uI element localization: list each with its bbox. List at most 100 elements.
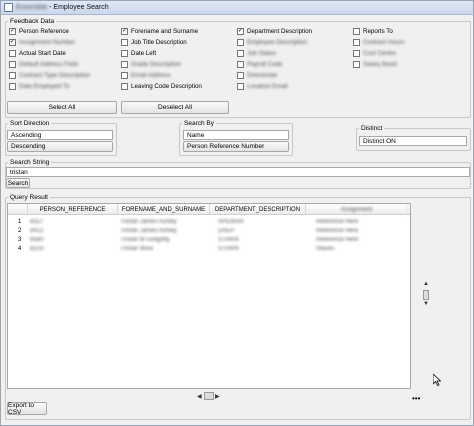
search-by-person-ref-option[interactable]: Person Reference Number	[183, 141, 289, 152]
feedback-checkbox[interactable]: Job Status	[237, 48, 276, 58]
feedback-checkbox[interactable]: Date Employed To	[9, 81, 69, 91]
checkbox-unchecked-icon[interactable]	[121, 60, 128, 68]
feedback-checkbox[interactable]: Job Title Description	[121, 37, 187, 47]
checkbox-unchecked-icon[interactable]	[353, 60, 360, 68]
table-row[interactable]: 1 8327 Tristan James Ashley SPEWAR Reference…	[8, 217, 410, 226]
table-row[interactable]: 4 8219 Tristan Wise STHRN Staves	[8, 244, 410, 253]
table-cell: 9580	[30, 236, 44, 243]
table-row[interactable]: 2 8412 Tristan James Ashley DAEP Reference H…	[8, 226, 410, 235]
sort-direction-legend: Sort Direction	[10, 120, 50, 127]
table-cell: 8327	[30, 218, 44, 225]
feedback-checkbox[interactable]: Contract Type Description	[9, 70, 90, 80]
table-cell: SPEWAR	[218, 218, 244, 225]
feedback-checkbox[interactable]: Employee Description	[237, 37, 307, 47]
scroll-right-icon[interactable]: ▶	[215, 393, 220, 400]
feedback-checkbox[interactable]: Date Left	[121, 48, 156, 58]
checkbox-checked-icon[interactable]: ✓	[121, 27, 128, 35]
feedback-checkbox[interactable]: Salary Band	[353, 59, 397, 69]
checkbox-unchecked-icon[interactable]	[353, 27, 360, 35]
search-button[interactable]: Search	[6, 178, 30, 188]
column-header-department[interactable]: DEPARTMENT_DESCRIPTION	[210, 204, 306, 215]
feedback-checkbox[interactable]: Reports To	[353, 26, 393, 36]
search-string-legend: Search String	[10, 159, 50, 166]
feedback-checkbox[interactable]: Directorate	[237, 70, 277, 80]
feedback-checkbox-label: Cost Centre	[363, 49, 397, 57]
row-index: 1	[18, 218, 22, 225]
feedback-checkbox[interactable]: Grade Description	[121, 59, 181, 69]
feedback-checkbox[interactable]: Location Email	[237, 81, 288, 91]
table-cell: Reference Here	[316, 218, 359, 225]
feedback-checkbox[interactable]: ✓ Person Reference	[9, 26, 69, 36]
horizontal-scrollbar[interactable]: ◀ ▶	[197, 392, 221, 401]
checkbox-unchecked-icon[interactable]	[121, 38, 128, 46]
table-cell: 8219	[30, 245, 44, 252]
table-cell: STHRN	[218, 245, 239, 252]
checkbox-checked-icon[interactable]: ✓	[9, 27, 16, 35]
feedback-checkbox[interactable]: ✓ Assignment Number	[9, 37, 75, 47]
checkbox-checked-icon[interactable]: ✓	[9, 38, 16, 46]
checkbox-unchecked-icon[interactable]	[237, 38, 244, 46]
distinct-legend: Distinct	[361, 125, 383, 132]
deselect-all-button[interactable]: Deselect All	[121, 101, 229, 114]
scroll-down-icon[interactable]: ▼	[423, 301, 429, 307]
column-header-forename-surname[interactable]: FORENAME_AND_SURNAME	[118, 204, 210, 215]
feedback-checkbox-label: Default Address Field	[19, 60, 78, 68]
table-row[interactable]: 3 9580 Tristan M Golightly STHRN Reference H…	[8, 235, 410, 244]
feedback-checkbox[interactable]: Actual Start Date	[9, 48, 66, 58]
scroll-thumb[interactable]	[423, 290, 429, 300]
search-by-name-option[interactable]: Name	[183, 130, 289, 140]
query-result-legend: Query Result	[10, 194, 48, 201]
feedback-checkbox[interactable]: Email Address	[121, 70, 171, 80]
column-header-assignment[interactable]: Assignment	[306, 204, 408, 215]
feedback-checkbox-label: Email Address	[131, 71, 171, 79]
query-result-table[interactable]: PERSON_REFERENCE FORENAME_AND_SURNAME DE…	[7, 203, 411, 389]
checkbox-checked-icon[interactable]: ✓	[237, 27, 244, 35]
feedback-checkbox-label: Contract Type Description	[19, 71, 91, 79]
feedback-data-legend: Feedback Data	[10, 18, 55, 25]
table-cell: Tristan Wise	[120, 245, 154, 252]
checkbox-unchecked-icon[interactable]	[237, 71, 244, 79]
checkbox-unchecked-icon[interactable]	[9, 49, 16, 57]
checkbox-unchecked-icon[interactable]	[237, 82, 244, 90]
checkbox-unchecked-icon[interactable]	[121, 49, 128, 57]
column-header-person-reference[interactable]: PERSON_REFERENCE	[28, 204, 118, 215]
sort-ascending-option[interactable]: Ascending	[7, 130, 113, 140]
export-csv-button[interactable]: Export to CSV	[7, 402, 47, 416]
checkbox-unchecked-icon[interactable]	[9, 82, 16, 90]
table-cell: Reference Here	[316, 227, 359, 234]
feedback-checkbox[interactable]: Leaving Code Description	[121, 81, 202, 91]
row-index: 3	[18, 236, 22, 243]
checkbox-unchecked-icon[interactable]	[237, 49, 244, 57]
search-string-input[interactable]: tristan	[6, 167, 470, 177]
feedback-checkbox[interactable]: ✓ Forename and Surname	[121, 26, 198, 36]
feedback-checkbox-label: Person Reference	[19, 27, 69, 35]
feedback-checkbox[interactable]: Default Address Field	[9, 59, 78, 69]
feedback-checkbox-label: Date Employed To	[19, 82, 70, 90]
feedback-checkbox[interactable]: Cost Centre	[353, 48, 396, 58]
checkbox-unchecked-icon[interactable]	[353, 38, 360, 46]
checkbox-unchecked-icon[interactable]	[121, 82, 128, 90]
sort-descending-option[interactable]: Descending	[7, 141, 113, 152]
feedback-checkbox[interactable]: Contract Hours	[353, 37, 405, 47]
feedback-checkbox-label: Department Description	[247, 27, 312, 35]
checkbox-unchecked-icon[interactable]	[9, 71, 16, 79]
horizontal-scroll-thumb[interactable]	[204, 392, 214, 400]
resize-grip-icon[interactable]: •••	[412, 394, 420, 403]
checkbox-unchecked-icon[interactable]	[9, 60, 16, 68]
scroll-left-icon[interactable]: ◀	[197, 393, 202, 400]
title-blurred-prefix: Ensemble	[16, 4, 48, 11]
checkbox-unchecked-icon[interactable]	[237, 60, 244, 68]
checkbox-unchecked-icon[interactable]	[353, 49, 360, 57]
distinct-toggle[interactable]: Distinct ON	[359, 136, 467, 146]
feedback-checkbox-label: Reports To	[363, 27, 393, 35]
checkbox-unchecked-icon[interactable]	[121, 71, 128, 79]
feedback-checkbox[interactable]: ✓ Department Description	[237, 26, 312, 36]
scroll-up-icon[interactable]: ▲	[423, 281, 429, 287]
feedback-checkbox[interactable]: Payroll Code	[237, 59, 282, 69]
table-cell: Reference Here	[316, 236, 359, 243]
select-all-button[interactable]: Select All	[7, 101, 117, 114]
vertical-scrollbar[interactable]: ▲ ▼	[421, 281, 431, 311]
table-header: PERSON_REFERENCE FORENAME_AND_SURNAME DE…	[8, 204, 410, 215]
table-cell: DAEP	[218, 227, 235, 234]
row-index: 4	[18, 245, 22, 252]
